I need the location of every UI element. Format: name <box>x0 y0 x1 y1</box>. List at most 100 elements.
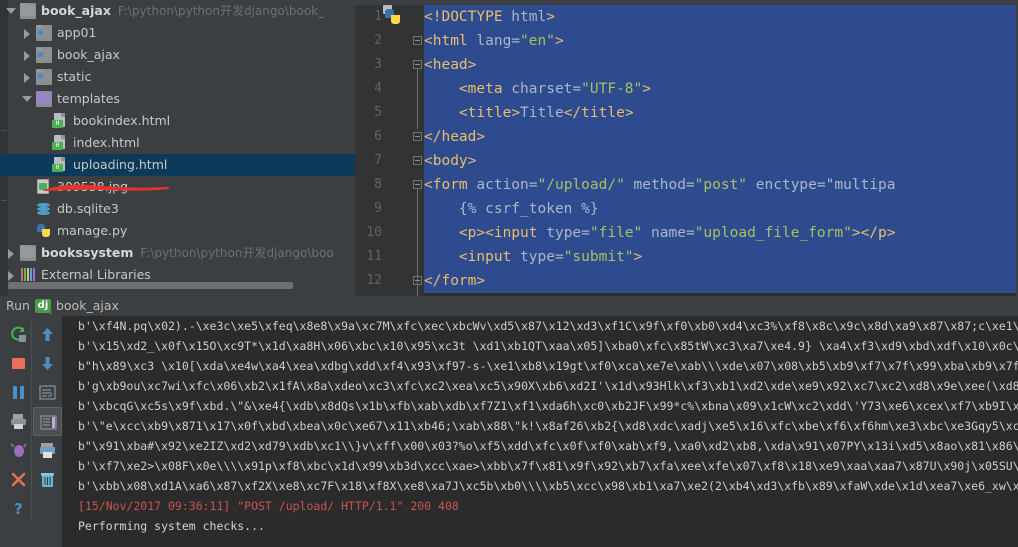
line-number: 11 <box>366 249 382 264</box>
html-file-icon: H <box>52 135 68 151</box>
console-output-line: b'\x15\xd2_\x0f\x15O\xc9T*\x1d\xa8H\x06\… <box>78 339 1018 353</box>
module-folder-icon <box>36 25 52 41</box>
clear-all-button[interactable] <box>33 465 62 494</box>
code-line[interactable]: <head> <box>424 53 1018 77</box>
project-tree[interactable]: book_ajax F:\python\python开发django\book_ a… <box>0 0 355 286</box>
python-file-icon <box>36 223 52 239</box>
code-line[interactable]: <meta charset="UTF-8"> <box>424 77 1018 101</box>
print-button[interactable] <box>4 407 33 436</box>
soft-wrap-icon <box>39 385 56 400</box>
line-number: 1 <box>374 9 382 24</box>
line-number: 12 <box>366 273 382 288</box>
code-text-area[interactable]: <!DOCTYPE html> <html lang="en"> <head> <m… <box>424 5 1018 296</box>
html-file-icon: H <box>52 113 68 129</box>
scroll-up-button[interactable] <box>33 320 62 349</box>
html-file-icon: H <box>52 135 68 151</box>
expand-arrow-icon[interactable] <box>6 270 17 281</box>
console-output-line: b'\"e\xcc\xb9\x871\x17\x0f\xbd\xbea\x0c\… <box>78 419 1018 433</box>
tree-horizontal-scrollbar[interactable] <box>8 281 348 290</box>
tree-row-path: F:\python\python开发django\book_ <box>117 4 325 18</box>
no-arrow-spacer <box>22 182 33 193</box>
line-number: 10 <box>366 225 382 240</box>
tree-row-label: bookindex.html <box>73 113 171 128</box>
expand-arrow-icon[interactable] <box>6 248 17 259</box>
code-editor-panel[interactable]: 1 2 3 4 5 6 7 8 9 10 11 12 <!DOCTYPE html> <html lan… <box>355 0 1018 296</box>
scroll-to-end-button[interactable] <box>33 407 62 436</box>
tree-row-bookindex-html[interactable]: Hbookindex.html <box>0 110 355 132</box>
module-folder-icon <box>36 69 52 85</box>
console-output-line: b'\xbcqG\xc5s\x9f\xbd.\"&\xe4{\xdb\x8dQs… <box>78 399 1018 413</box>
tree-row-manage-py[interactable]: manage.py <box>0 220 355 242</box>
bug-icon <box>10 443 27 457</box>
code-line[interactable]: </head> <box>424 125 1018 149</box>
expand-arrow-icon[interactable] <box>22 72 33 83</box>
run-toolbar-column-right <box>33 320 62 494</box>
close-button[interactable] <box>4 465 33 494</box>
tree-row-book-ajax[interactable]: book_ajax F:\python\python开发django\book_ <box>0 0 355 22</box>
fold-region-line <box>417 69 418 129</box>
collapse-arrow-icon[interactable] <box>22 94 33 105</box>
code-line[interactable]: <form action="/upload/" method="post" en… <box>424 173 1018 197</box>
stop-button[interactable] <box>4 349 33 378</box>
html-file-icon: H <box>52 157 68 173</box>
database-file-icon <box>36 201 52 217</box>
pause-icon <box>13 386 24 399</box>
database-file-icon <box>36 201 52 217</box>
attach-debugger-button[interactable] <box>4 436 33 465</box>
print-console-button[interactable] <box>33 436 62 465</box>
run-toolbar[interactable]: ? <box>0 316 62 547</box>
fold-collapse-icon[interactable] <box>413 60 422 69</box>
tree-row-bookssystem[interactable]: bookssystem F:\python\python开发django\boo <box>0 242 355 264</box>
rerun-button[interactable] <box>4 320 33 349</box>
fold-collapse-icon[interactable] <box>413 180 422 189</box>
scroll-to-end-icon <box>40 415 57 430</box>
code-folding-column[interactable] <box>412 5 424 296</box>
tree-row-book-ajax[interactable]: book_ajax <box>0 44 355 66</box>
fold-collapse-icon[interactable] <box>413 36 422 45</box>
project-tree-panel[interactable]: book_ajax F:\python\python开发django\book_ a… <box>0 0 355 296</box>
expand-arrow-icon[interactable] <box>22 28 33 39</box>
templates-folder-icon <box>36 91 52 107</box>
code-line[interactable]: <!DOCTYPE html> <box>424 5 1018 29</box>
tree-row-label: book_ajax <box>57 47 120 62</box>
code-line[interactable]: <html lang="en"> <box>424 29 1018 53</box>
pause-button[interactable] <box>4 378 33 407</box>
django-html-file-icon[interactable] <box>383 5 402 25</box>
soft-wrap-button[interactable] <box>33 378 62 407</box>
tree-row-index-html[interactable]: Hindex.html <box>0 132 355 154</box>
editor-gutter[interactable]: 1 2 3 4 5 6 7 8 9 10 11 12 <box>355 5 412 296</box>
run-tool-window: Run dj book_ajax ? b'\xf4N.pq\x02).-\xe3… <box>0 296 1018 547</box>
expand-arrow-icon[interactable] <box>22 50 33 61</box>
templates-folder-icon <box>36 91 52 107</box>
tree-row-static[interactable]: static <box>0 66 355 88</box>
run-console-output[interactable]: b'\xf4N.pq\x02).-\xe3c\xe5\xfeq\x8e8\x9a… <box>62 316 1018 547</box>
code-line[interactable]: </form> <box>424 269 1018 293</box>
console-output-line: b'\xbb\x08\xd1A\xa6\x87\xf2X\xe8\xc7F\x1… <box>78 479 1018 493</box>
tree-row-app01[interactable]: app01 <box>0 22 355 44</box>
no-arrow-spacer <box>22 226 33 237</box>
module-folder-icon <box>36 69 52 85</box>
tree-row-label: manage.py <box>57 223 128 238</box>
scrollbar-thumb[interactable] <box>8 282 293 289</box>
collapse-arrow-icon[interactable] <box>6 6 17 17</box>
tree-row-templates[interactable]: templates <box>0 88 355 110</box>
code-line[interactable]: <title>Title</title> <box>424 101 1018 125</box>
fold-end-icon[interactable] <box>413 132 422 141</box>
tree-row-uploading-html[interactable]: Huploading.html <box>0 154 355 176</box>
code-line[interactable]: <body> <box>424 149 1018 173</box>
code-line[interactable]: <p><input type="file" name="upload_file_… <box>424 221 1018 245</box>
tree-row-label: static <box>57 69 92 84</box>
console-output-line: Performing system checks... <box>78 519 265 533</box>
arrow-down-icon <box>42 357 53 370</box>
fold-collapse-icon[interactable] <box>413 156 422 165</box>
arrow-up-icon <box>42 328 53 341</box>
code-line[interactable]: <input type="submit"> <box>424 245 1018 269</box>
tree-row-309538-jpg[interactable]: 309538.jpg <box>0 176 355 198</box>
image-file-icon <box>36 179 52 195</box>
code-line[interactable]: {% csrf_token %} <box>424 197 1018 221</box>
tree-row-db-sqlite3[interactable]: db.sqlite3 <box>0 198 355 220</box>
run-tab[interactable]: Run dj book_ajax <box>6 297 119 315</box>
scroll-down-button[interactable] <box>33 349 62 378</box>
run-config-name: book_ajax <box>55 298 119 313</box>
help-button[interactable]: ? <box>4 494 33 523</box>
